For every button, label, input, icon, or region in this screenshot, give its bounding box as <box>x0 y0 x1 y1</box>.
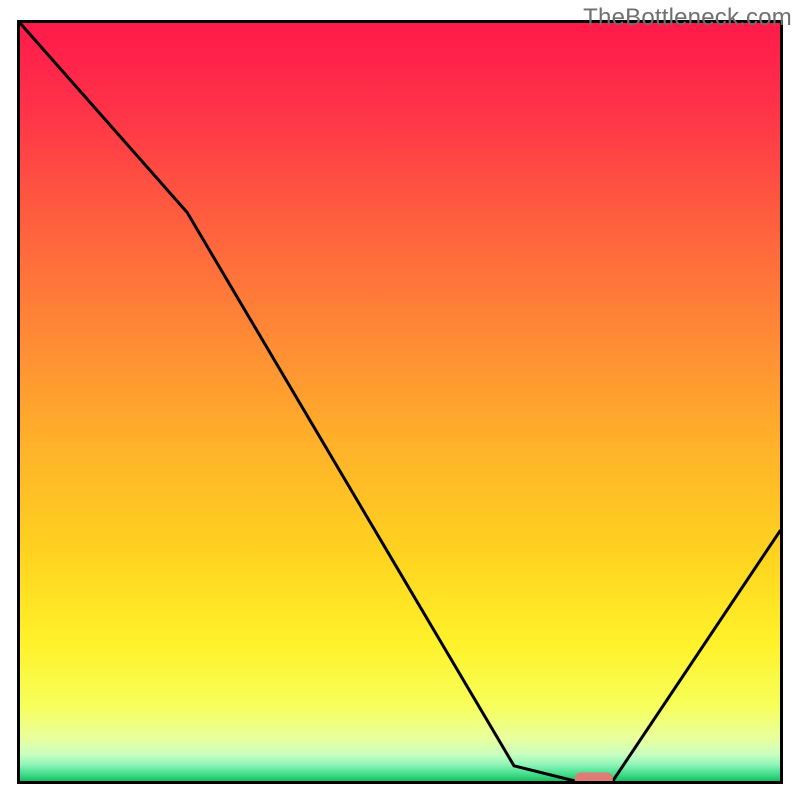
gradient-background <box>20 23 780 781</box>
optimum-marker <box>575 773 613 782</box>
plot-area-border <box>17 20 783 784</box>
plot-area <box>20 23 780 781</box>
watermark-text: TheBottleneck.com <box>583 4 792 32</box>
chart-svg <box>20 23 780 781</box>
chart-container: TheBottleneck.com <box>0 0 800 800</box>
